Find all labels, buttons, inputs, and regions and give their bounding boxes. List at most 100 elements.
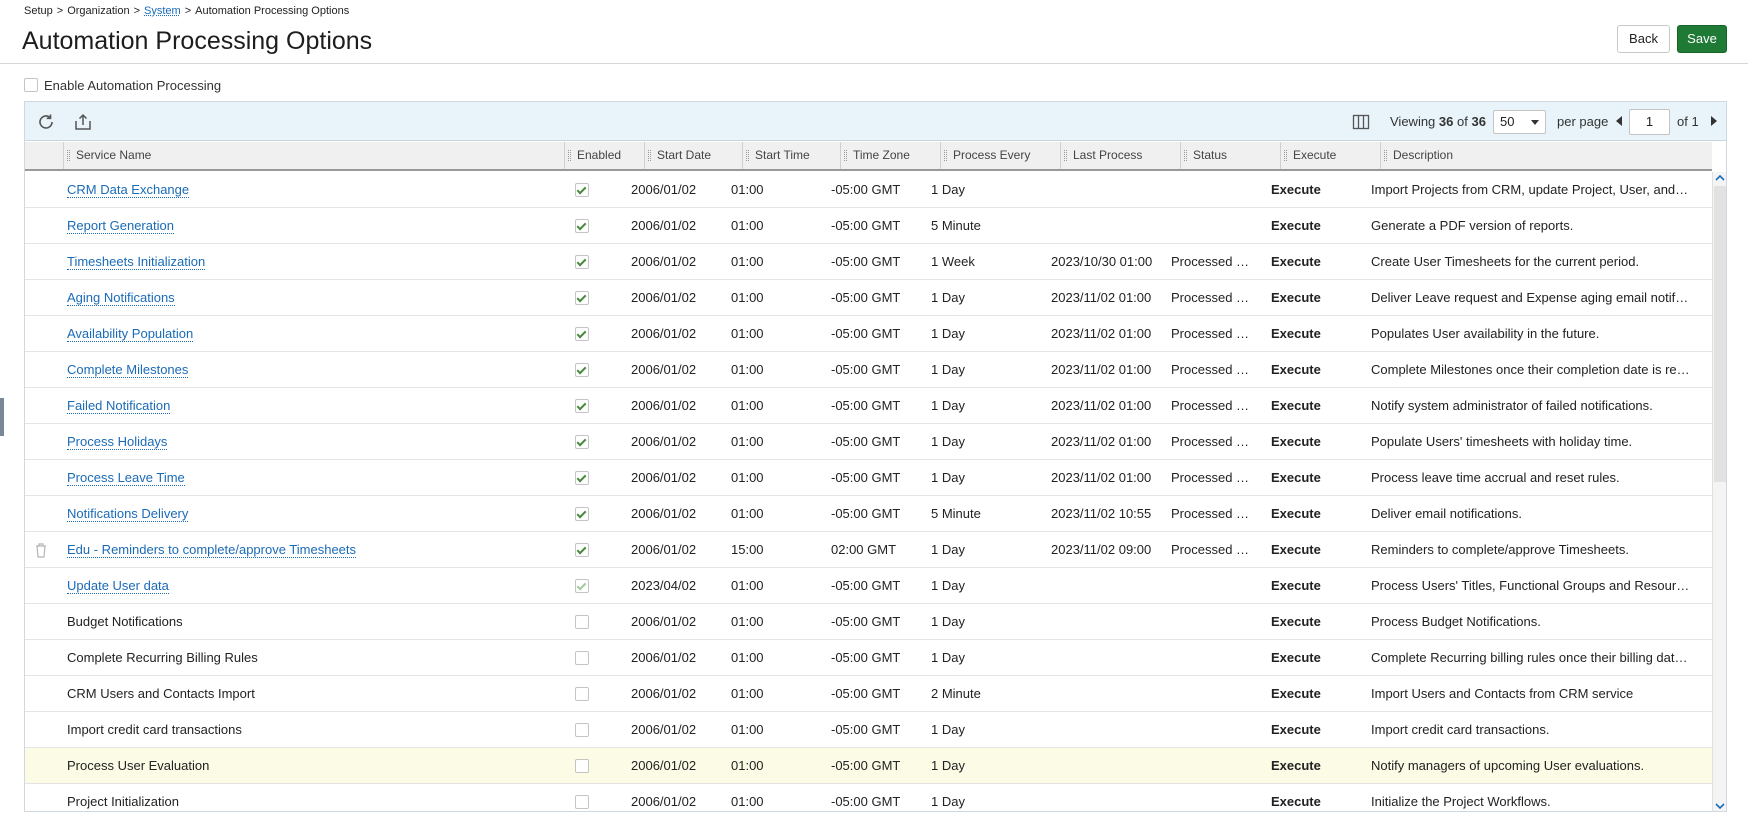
enabled-checkbox[interactable] bbox=[575, 327, 589, 341]
column-header-process-every[interactable]: Process Every bbox=[940, 142, 1060, 169]
back-button[interactable]: Back bbox=[1617, 25, 1670, 53]
enabled-checkbox[interactable] bbox=[575, 651, 589, 665]
enabled-checkbox[interactable] bbox=[575, 363, 589, 377]
column-header-service-name[interactable]: Service Name bbox=[63, 142, 564, 169]
table-row[interactable]: Process Holidays 2006/01/02 01:00 -05:00 GM… bbox=[25, 424, 1712, 460]
service-name[interactable]: Complete Milestones bbox=[67, 352, 537, 388]
execute-link[interactable]: Execute bbox=[1271, 676, 1351, 712]
column-header-enabled[interactable]: Enabled bbox=[564, 142, 644, 169]
table-row[interactable]: Process Leave Time 2006/01/02 01:00 -05:00 … bbox=[25, 460, 1712, 496]
export-icon[interactable] bbox=[72, 111, 94, 133]
vertical-scrollbar[interactable] bbox=[1712, 172, 1726, 811]
scroll-up-icon[interactable] bbox=[1715, 174, 1725, 182]
execute-link[interactable]: Execute bbox=[1271, 748, 1351, 784]
refresh-icon[interactable] bbox=[35, 111, 57, 133]
table-row[interactable]: Update User data 2023/04/02 01:00 -05:00 GM… bbox=[25, 568, 1712, 604]
side-panel-tab[interactable] bbox=[0, 398, 4, 436]
breadcrumb-system[interactable]: System bbox=[144, 5, 181, 17]
table-row[interactable]: Edu - Reminders to complete/approve Time… bbox=[25, 532, 1712, 568]
service-name[interactable]: Process Holidays bbox=[67, 424, 537, 460]
execute-link[interactable]: Execute bbox=[1271, 640, 1351, 676]
table-row[interactable]: Budget Notifications 2006/01/02 01:00 -05:0… bbox=[25, 604, 1712, 640]
table-row[interactable]: Notifications Delivery 2006/01/02 01:00 -05… bbox=[25, 496, 1712, 532]
enabled-checkbox[interactable] bbox=[575, 183, 589, 197]
enabled-checkbox[interactable] bbox=[575, 399, 589, 413]
enable-automation-row[interactable]: Enable Automation Processing bbox=[24, 76, 221, 94]
execute-link[interactable]: Execute bbox=[1271, 280, 1351, 316]
enabled-checkbox[interactable] bbox=[575, 615, 589, 629]
execute-link[interactable]: Execute bbox=[1271, 172, 1351, 208]
service-name[interactable]: Update User data bbox=[67, 568, 537, 604]
execute-link[interactable]: Execute bbox=[1271, 712, 1351, 748]
execute-link[interactable]: Execute bbox=[1271, 604, 1351, 640]
execute-link[interactable]: Execute bbox=[1271, 568, 1351, 604]
next-page-icon[interactable] bbox=[1711, 116, 1717, 126]
last-process: 2023/11/02 01:00 bbox=[1051, 434, 1152, 449]
save-button[interactable]: Save bbox=[1677, 25, 1727, 53]
enabled-checkbox[interactable] bbox=[575, 759, 589, 773]
enable-automation-checkbox[interactable] bbox=[24, 78, 38, 92]
service-name[interactable]: CRM Data Exchange bbox=[67, 172, 537, 208]
service-name[interactable]: Availability Population bbox=[67, 316, 537, 352]
service-name[interactable]: Process Leave Time bbox=[67, 460, 537, 496]
execute-link[interactable]: Execute bbox=[1271, 532, 1351, 568]
execute-link[interactable]: Execute bbox=[1271, 460, 1351, 496]
breadcrumb-setup[interactable]: Setup bbox=[24, 5, 53, 17]
execute-link[interactable]: Execute bbox=[1271, 244, 1351, 280]
start-time: 01:00 bbox=[731, 326, 764, 341]
execute-link[interactable]: Execute bbox=[1271, 424, 1351, 460]
table-row[interactable]: CRM Users and Contacts Import 2006/01/02 0… bbox=[25, 676, 1712, 712]
page-number-input[interactable]: 1 bbox=[1629, 109, 1670, 135]
trash-icon[interactable] bbox=[34, 542, 48, 558]
service-name[interactable]: Edu - Reminders to complete/approve Time… bbox=[67, 532, 537, 568]
service-name[interactable]: Report Generation bbox=[67, 208, 537, 244]
table-row[interactable]: Complete Recurring Billing Rules 2006/01/… bbox=[25, 640, 1712, 676]
enabled-checkbox[interactable] bbox=[575, 507, 589, 521]
execute-link[interactable]: Execute bbox=[1271, 208, 1351, 244]
column-header-description[interactable]: Description bbox=[1380, 142, 1712, 169]
last-process: 2023/11/02 01:00 bbox=[1051, 362, 1152, 377]
column-header-start-date[interactable]: Start Date bbox=[644, 142, 742, 169]
table-row[interactable]: Availability Population 2006/01/02 01:00 -0… bbox=[25, 316, 1712, 352]
breadcrumb-organization[interactable]: Organization bbox=[67, 5, 129, 17]
table-row[interactable]: Import credit card transactions 2006/01/0… bbox=[25, 712, 1712, 748]
enabled-checkbox[interactable] bbox=[575, 687, 589, 701]
enabled-checkbox[interactable] bbox=[575, 723, 589, 737]
status: Processed s... bbox=[1171, 542, 1251, 557]
table-row[interactable]: Timesheets Initialization 2006/01/02 01:00… bbox=[25, 244, 1712, 280]
columns-icon[interactable] bbox=[1350, 111, 1372, 133]
enabled-checkbox[interactable] bbox=[575, 795, 589, 809]
column-header-status[interactable]: Status bbox=[1180, 142, 1280, 169]
table-row[interactable]: Failed Notification 2006/01/02 01:00 -05:00… bbox=[25, 388, 1712, 424]
column-header-execute[interactable]: Execute bbox=[1280, 142, 1380, 169]
enabled-checkbox[interactable] bbox=[575, 435, 589, 449]
table-row[interactable]: Process User Evaluation 2006/01/02 01:00 -0… bbox=[25, 748, 1712, 784]
service-name[interactable]: Aging Notifications bbox=[67, 280, 537, 316]
table-row[interactable]: Report Generation 2006/01/02 01:00 -05:00 G… bbox=[25, 208, 1712, 244]
enabled-checkbox[interactable] bbox=[575, 219, 589, 233]
enabled-checkbox[interactable] bbox=[575, 291, 589, 305]
previous-page-icon[interactable] bbox=[1616, 116, 1622, 126]
table-row[interactable]: Complete Milestones 2006/01/02 01:00 -05:00… bbox=[25, 352, 1712, 388]
scrollbar-thumb[interactable] bbox=[1714, 186, 1726, 482]
enabled-checkbox[interactable] bbox=[575, 579, 589, 593]
table-row[interactable]: CRM Data Exchange 2006/01/02 01:00 -05:00 G… bbox=[25, 172, 1712, 208]
column-header-last-process[interactable]: Last Process bbox=[1060, 142, 1180, 169]
column-header-time-zone[interactable]: Time Zone bbox=[840, 142, 940, 169]
enabled-checkbox[interactable] bbox=[575, 255, 589, 269]
service-name[interactable]: Failed Notification bbox=[67, 388, 537, 424]
per-page-select[interactable]: 50 bbox=[1493, 110, 1546, 134]
enabled-checkbox[interactable] bbox=[575, 543, 589, 557]
execute-link[interactable]: Execute bbox=[1271, 784, 1351, 811]
table-row[interactable]: Project Initialization 2006/01/02 01:00 -05… bbox=[25, 784, 1712, 811]
service-name[interactable]: Timesheets Initialization bbox=[67, 244, 537, 280]
execute-link[interactable]: Execute bbox=[1271, 388, 1351, 424]
table-row[interactable]: Aging Notifications 2006/01/02 01:00 -05:00… bbox=[25, 280, 1712, 316]
column-header-start-time[interactable]: Start Time bbox=[742, 142, 840, 169]
execute-link[interactable]: Execute bbox=[1271, 352, 1351, 388]
execute-link[interactable]: Execute bbox=[1271, 316, 1351, 352]
execute-link[interactable]: Execute bbox=[1271, 496, 1351, 532]
scroll-down-icon[interactable] bbox=[1715, 802, 1725, 810]
enabled-checkbox[interactable] bbox=[575, 471, 589, 485]
service-name[interactable]: Notifications Delivery bbox=[67, 496, 537, 532]
